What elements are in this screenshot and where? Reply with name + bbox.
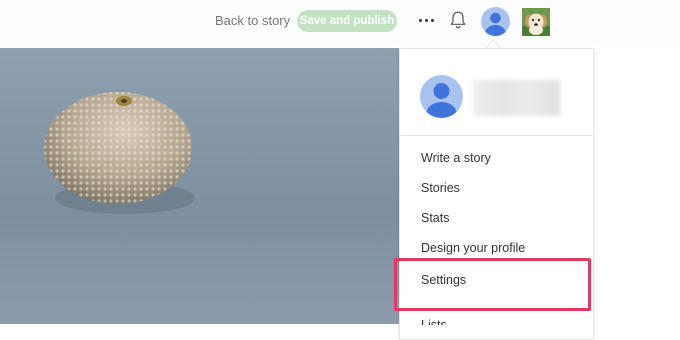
settings-highlight-box xyxy=(394,258,591,311)
dog-thumbnail[interactable] xyxy=(522,8,550,36)
menu-item-stories[interactable]: Stories xyxy=(421,181,460,195)
bell-icon[interactable] xyxy=(449,10,467,30)
profile-name-redacted xyxy=(473,80,560,116)
story-cover-image xyxy=(0,48,400,324)
back-to-story-link[interactable]: Back to story xyxy=(215,13,290,28)
top-bar: Back to story Save and publish xyxy=(0,0,680,46)
more-icon[interactable] xyxy=(418,10,436,30)
menu-item-design-profile[interactable]: Design your profile xyxy=(421,241,525,255)
menu-item-stats[interactable]: Stats xyxy=(421,211,450,225)
save-and-publish-button[interactable]: Save and publish xyxy=(297,10,397,32)
menu-divider xyxy=(400,135,593,136)
user-avatar[interactable] xyxy=(481,7,510,36)
profile-avatar[interactable] xyxy=(420,75,463,118)
menu-item-write-story[interactable]: Write a story xyxy=(421,151,491,165)
menu-item-lists[interactable]: Lists xyxy=(421,319,447,325)
